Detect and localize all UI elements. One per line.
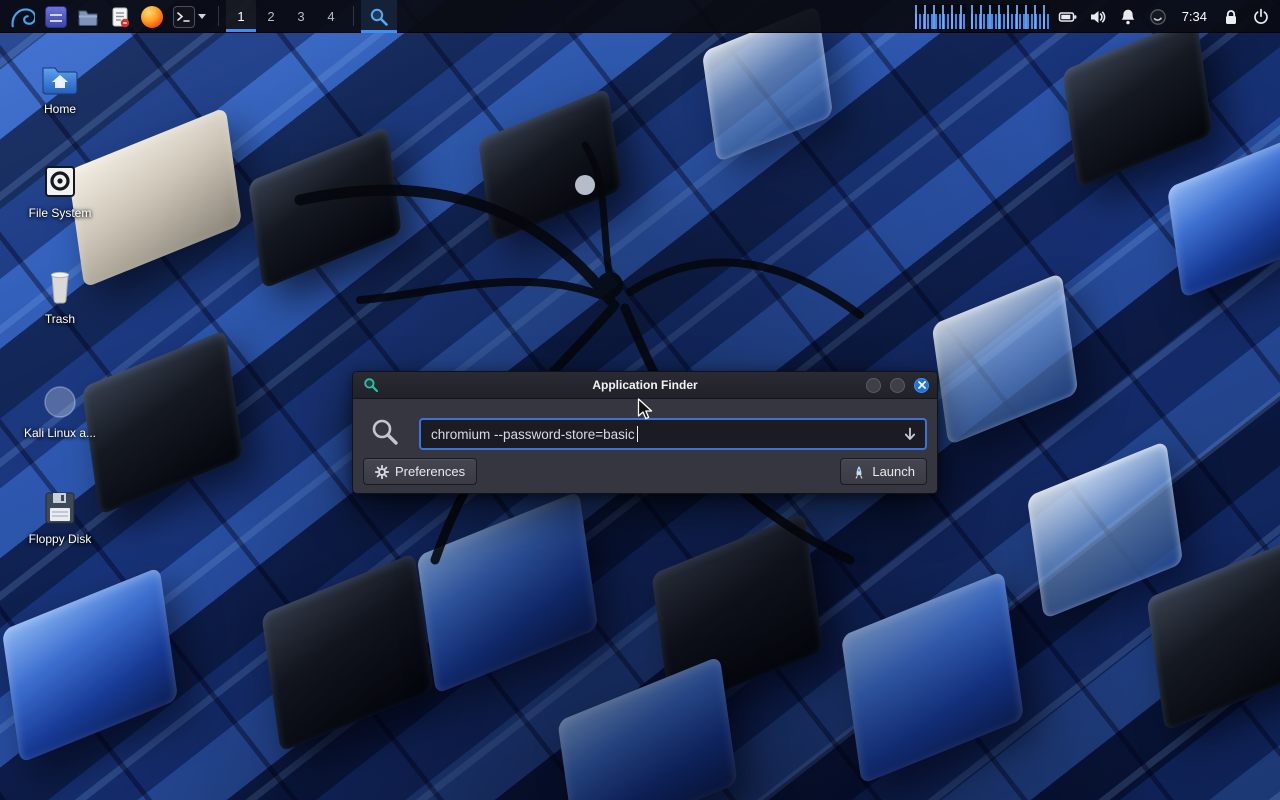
desktop-icon-label: Trash	[8, 312, 112, 326]
file-system-icon	[8, 160, 112, 200]
tray-screen-lock[interactable]	[1216, 0, 1246, 33]
cube	[557, 656, 737, 800]
kali-logo-icon	[9, 4, 35, 30]
launch-label: Launch	[872, 464, 915, 479]
kali-dragon-silhouette	[250, 80, 910, 580]
launcher-file-manager[interactable]	[40, 0, 72, 33]
text-caret	[637, 426, 639, 442]
preferences-label: Preferences	[395, 464, 465, 479]
kali-menu-button[interactable]	[4, 0, 40, 33]
tray-logout[interactable]	[1246, 0, 1276, 33]
launcher-firefox[interactable]	[136, 0, 168, 33]
mouse-cursor	[637, 398, 655, 422]
cube	[841, 571, 1024, 785]
gear-icon	[375, 465, 389, 479]
workspace-button-3[interactable]: 3	[286, 0, 316, 32]
file-manager-icon	[45, 6, 67, 28]
floppy-disk-icon	[8, 486, 112, 526]
clock[interactable]: 7:34	[1173, 0, 1216, 32]
panel-separator	[353, 6, 354, 26]
tray-notifications[interactable]	[1113, 0, 1143, 33]
top-panel: 1 2 3 4	[0, 0, 1280, 33]
trash-icon	[8, 266, 112, 306]
desktop-icon-kali-linux[interactable]: Kali Linux a...	[8, 380, 112, 440]
cube	[1062, 17, 1213, 189]
workspace-button-1[interactable]: 1	[226, 0, 256, 32]
lock-icon	[1221, 8, 1241, 26]
document-icon	[109, 6, 131, 28]
cube	[1027, 441, 1183, 620]
taskbar-application-finder[interactable]	[361, 0, 397, 33]
desktop-icon-label: Home	[8, 102, 112, 116]
launcher-text-editor[interactable]	[104, 0, 136, 33]
magnifier-icon	[369, 7, 389, 27]
folder-icon	[77, 6, 99, 28]
status-circle-icon	[1148, 8, 1168, 26]
close-icon	[918, 381, 926, 389]
bell-icon	[1118, 8, 1138, 26]
logout-icon	[1251, 8, 1271, 26]
launch-icon	[852, 465, 866, 479]
tray-status[interactable]	[1143, 0, 1173, 33]
workspace-button-2[interactable]: 2	[256, 0, 286, 32]
maximize-button[interactable]	[890, 378, 905, 393]
desktop-icon-file-system[interactable]: File System	[8, 160, 112, 220]
desktop: Home File System Trash Kali Linu	[0, 0, 1280, 800]
home-folder-icon	[8, 56, 112, 96]
preferences-button[interactable]: Preferences	[363, 458, 477, 485]
command-text: chromium --password-store=basic	[431, 427, 635, 442]
desktop-icon-label: Floppy Disk	[8, 532, 112, 546]
terminal-icon	[173, 6, 195, 28]
cube	[2, 567, 178, 763]
panel-spacer	[397, 0, 915, 32]
tray-volume[interactable]	[1083, 0, 1113, 33]
launcher-terminal[interactable]	[168, 0, 211, 33]
cube	[1147, 539, 1280, 732]
cube	[1167, 140, 1280, 299]
tray-battery[interactable]	[1053, 0, 1083, 33]
panel-separator	[218, 6, 219, 26]
desktop-icon-home[interactable]: Home	[8, 56, 112, 116]
firefox-icon	[141, 6, 163, 28]
command-input[interactable]: chromium --password-store=basic	[419, 418, 927, 450]
window-controls	[866, 378, 929, 393]
history-dropdown-icon[interactable]	[902, 426, 918, 447]
search-icon	[370, 417, 400, 447]
kali-docs-icon	[8, 380, 112, 420]
cube	[932, 273, 1079, 446]
workspace-button-4[interactable]: 4	[316, 0, 346, 32]
close-button[interactable]	[914, 378, 929, 393]
cpu-history-graph[interactable]	[971, 4, 1049, 29]
desktop-icon-floppy-disk[interactable]: Floppy Disk	[8, 486, 112, 546]
desktop-icon-trash[interactable]: Trash	[8, 266, 112, 326]
cube	[261, 553, 433, 753]
desktop-icon-label: File System	[8, 206, 112, 220]
minimize-button[interactable]	[866, 378, 881, 393]
launcher-files[interactable]	[72, 0, 104, 33]
battery-icon	[1058, 8, 1078, 26]
chevron-down-icon	[198, 14, 206, 19]
desktop-icon-label: Kali Linux a...	[8, 426, 112, 440]
network-history-graph[interactable]	[915, 4, 967, 29]
window-title: Application Finder	[353, 378, 937, 392]
titlebar[interactable]: Application Finder	[353, 372, 937, 399]
application-finder-window: Application Finder chromium --password-s…	[352, 371, 938, 494]
launch-button[interactable]: Launch	[840, 458, 927, 485]
speaker-icon	[1088, 8, 1108, 26]
